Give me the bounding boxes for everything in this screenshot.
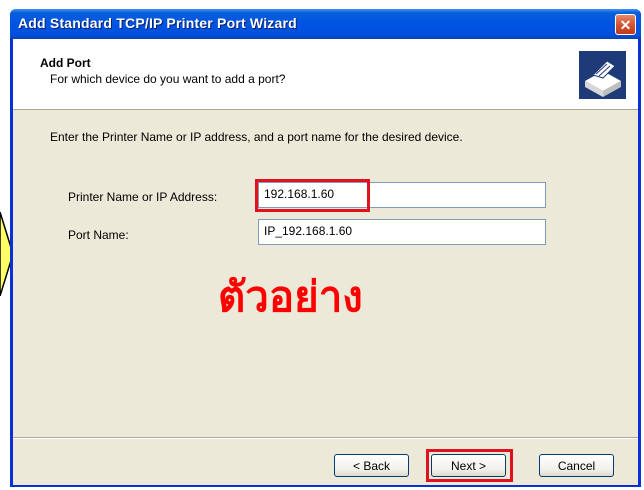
- printer-network-icon: [579, 51, 626, 99]
- page-title: Add Port: [40, 56, 91, 70]
- highlight-box-ip: [255, 179, 370, 212]
- cancel-button[interactable]: Cancel: [539, 454, 614, 477]
- wizard-window: Add Standard TCP/IP Printer Port Wizard …: [10, 9, 641, 487]
- page-subtitle: For which device do you want to add a po…: [50, 72, 286, 86]
- highlight-box-next: [426, 449, 513, 482]
- wizard-header: Add Port For which device do you want to…: [13, 39, 638, 110]
- instruction-text: Enter the Printer Name or IP address, an…: [50, 130, 463, 144]
- window-title: Add Standard TCP/IP Printer Port Wizard: [18, 15, 297, 31]
- close-button[interactable]: ✕: [615, 14, 636, 35]
- title-bar[interactable]: Add Standard TCP/IP Printer Port Wizard …: [10, 9, 641, 39]
- back-button[interactable]: < Back: [334, 454, 409, 477]
- printer-name-label: Printer Name or IP Address:: [68, 190, 218, 204]
- port-name-value: IP_192.168.1.60: [264, 224, 353, 238]
- port-name-input[interactable]: IP_192.168.1.60: [258, 219, 546, 245]
- wizard-client-area: Add Port For which device do you want to…: [13, 39, 638, 485]
- port-name-label: Port Name:: [68, 228, 129, 242]
- bottom-separator: [13, 437, 638, 439]
- sample-watermark: ตัวอย่าง: [218, 272, 363, 321]
- close-icon: ✕: [619, 16, 632, 33]
